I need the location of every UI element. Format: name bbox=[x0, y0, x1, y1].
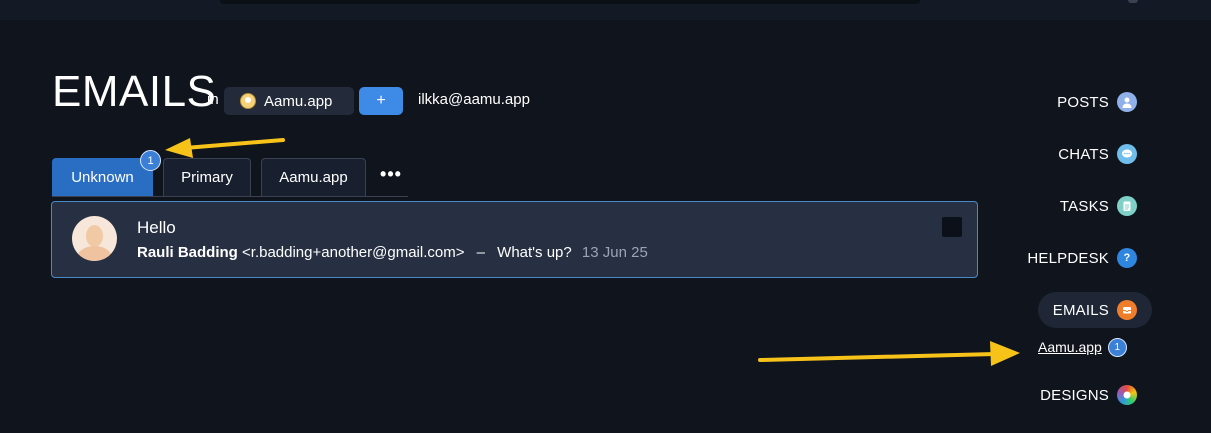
arrow-to-tab-badge bbox=[165, 138, 285, 158]
arrow-to-subnav-badge bbox=[758, 341, 1020, 366]
annotation-arrows bbox=[165, 138, 1020, 366]
